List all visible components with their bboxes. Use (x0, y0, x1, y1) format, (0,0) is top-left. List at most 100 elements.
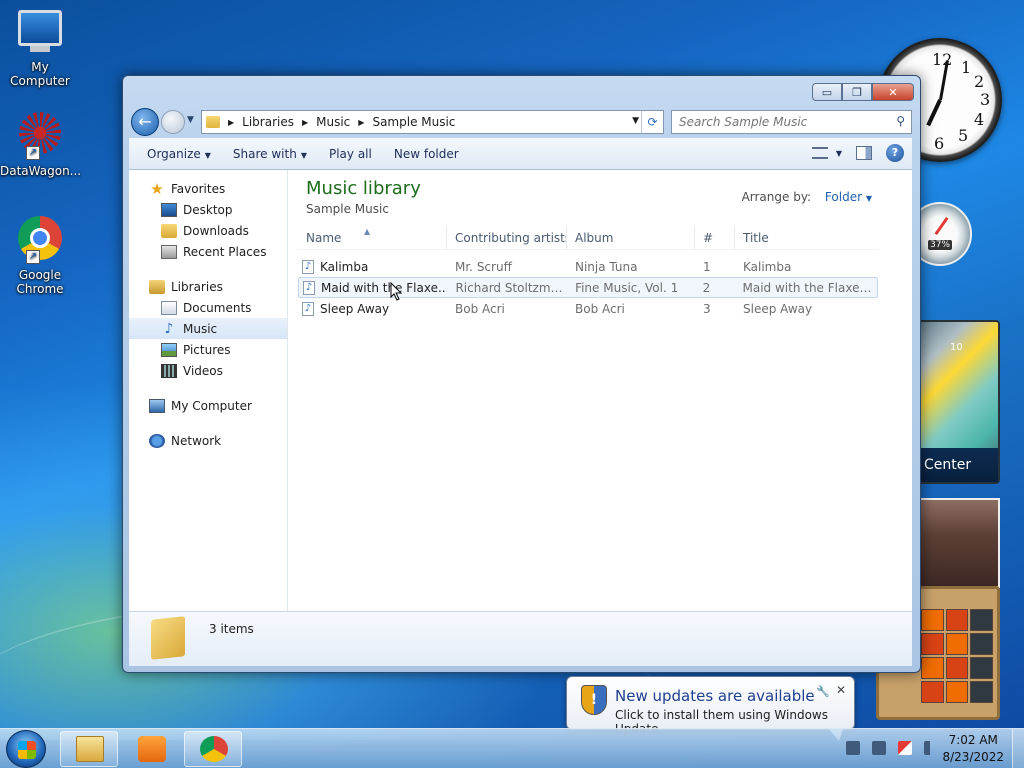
help-icon[interactable]: ? (886, 144, 904, 162)
folder-icon (206, 116, 220, 128)
recent-places-icon (161, 244, 177, 259)
play-all-button[interactable]: Play all (329, 147, 372, 161)
breadcrumb-sample-music[interactable]: Sample Music (372, 115, 455, 129)
photo-gadget[interactable] (918, 498, 1000, 588)
start-button[interactable] (6, 730, 46, 768)
music-file-icon: ♪ (302, 301, 314, 316)
file-track-number: 2 (702, 280, 711, 295)
address-bar[interactable]: ▶ Libraries ▶ Music ▶ Sample Music ▼ ⟳ (201, 110, 664, 134)
file-name-cell: ♪ Sleep Away (298, 301, 447, 316)
nav-music[interactable]: ♪ Music (129, 318, 287, 339)
organize-button[interactable]: Organize ▼ (147, 147, 211, 161)
column-header-album[interactable]: Album (567, 226, 695, 249)
nav-favorites[interactable]: ★ Favorites (129, 178, 287, 199)
back-button[interactable]: ← (131, 108, 159, 136)
slideshow-number: 10 (950, 342, 963, 353)
desktop-icon-label: Google Chrome (16, 268, 64, 296)
taskbar-chrome-button[interactable] (184, 731, 242, 767)
address-dropdown-icon[interactable]: ▼ (632, 116, 639, 126)
item-count: 3 items (209, 622, 254, 636)
wrench-icon[interactable]: 🔧 (816, 685, 830, 698)
favorites-group: ★ Favorites Desktop Downloads Recent Pla… (129, 178, 287, 262)
minimize-button[interactable]: ▭ (812, 83, 842, 101)
libraries-icon (149, 279, 165, 294)
documents-icon (161, 300, 177, 315)
shortcut-arrow-icon: ↗ (26, 146, 40, 160)
share-with-button[interactable]: Share with ▼ (233, 147, 307, 161)
new-folder-button[interactable]: New folder (394, 147, 459, 161)
chevron-down-icon: ▼ (204, 150, 211, 160)
search-box[interactable]: ⚲ (671, 110, 912, 134)
desktop-icon-my-computer[interactable]: My Computer (0, 8, 80, 88)
chevron-right-icon[interactable]: ▶ (302, 118, 308, 127)
refresh-icon[interactable]: ⟳ (641, 111, 663, 133)
breadcrumb-libraries[interactable]: Libraries (242, 115, 294, 129)
nav-label: Downloads (183, 223, 249, 238)
arrange-by: Arrange by: Folder ▼ (742, 190, 872, 204)
column-header-title[interactable]: Title (735, 226, 878, 249)
chevron-right-icon[interactable]: ▶ (358, 118, 364, 127)
update-notification[interactable]: ! New updates are available Click to ins… (566, 676, 855, 741)
nav-videos[interactable]: Videos (129, 360, 287, 381)
notification-close-button[interactable]: ✕ (836, 683, 846, 697)
window-controls: ▭ ❐ ✕ (812, 83, 914, 101)
chrome-icon (200, 736, 228, 762)
nav-recent-places[interactable]: Recent Places (129, 241, 287, 262)
nav-desktop[interactable]: Desktop (129, 199, 287, 220)
preview-pane-icon[interactable] (856, 146, 872, 160)
volume-icon[interactable] (924, 741, 938, 755)
search-input[interactable] (679, 115, 879, 129)
file-album: Fine Music, Vol. 1 (575, 280, 679, 295)
desktop-icon-label: DataWagon... (0, 164, 82, 178)
column-header-name[interactable]: ▲ Name (298, 226, 447, 249)
show-desktop-button[interactable] (1012, 729, 1024, 768)
content-pane: Music library Sample Music Arrange by: F… (288, 170, 912, 611)
file-track-number: 3 (703, 301, 711, 316)
nav-my-computer[interactable]: My Computer (129, 395, 287, 416)
file-row[interactable]: ♪ Sleep Away Bob Acri Bob Acri 3 Sleep Aw… (298, 298, 878, 319)
nav-network[interactable]: Network (129, 430, 287, 451)
action-center-flag-icon[interactable] (898, 741, 912, 755)
nav-label: Music (183, 321, 218, 336)
windows-logo-icon (18, 741, 36, 759)
desktop-icon-chrome[interactable]: ↗ Google Chrome (0, 216, 80, 296)
nav-documents[interactable]: Documents (129, 297, 287, 318)
title-bar[interactable]: ▭ ❐ ✕ (123, 76, 920, 106)
file-row[interactable]: ♪ Maid with the Flaxe... Richard Stoltzma… (298, 277, 878, 298)
file-row[interactable]: ♪ Kalimba Mr. Scruff Ninja Tuna 1 Kalimba (298, 256, 878, 277)
clock-numeral: 5 (958, 126, 969, 145)
arrange-by-dropdown[interactable]: Folder ▼ (825, 190, 872, 204)
slideshow-label: Center (920, 448, 998, 482)
desktop-icon-datawagon[interactable]: ↗ DataWagon... (0, 112, 82, 178)
column-header-artists[interactable]: Contributing artists (447, 226, 567, 249)
file-artist: Richard Stoltzman... (455, 280, 568, 295)
change-view-icon[interactable] (811, 147, 828, 159)
mouse-cursor-icon (390, 282, 403, 301)
nav-label: Recent Places (183, 244, 267, 259)
view-options-dropdown-icon[interactable]: ▼ (836, 149, 842, 158)
maximize-button[interactable]: ❐ (842, 83, 872, 101)
sort-ascending-icon: ▲ (364, 227, 371, 236)
taskbar-explorer-button[interactable] (60, 731, 118, 767)
chevron-right-icon[interactable]: ▶ (228, 118, 234, 127)
close-button[interactable]: ✕ (872, 83, 914, 101)
recent-pages-dropdown[interactable]: ▼ (187, 115, 194, 125)
desktop-icon (161, 202, 177, 217)
nav-pictures[interactable]: Pictures (129, 339, 287, 360)
nav-libraries[interactable]: Libraries (129, 276, 287, 297)
taskbar-media-player-button[interactable] (122, 731, 180, 767)
column-headers: ▲ Name Contributing artists Album # Titl… (298, 226, 878, 250)
network-tray-icon[interactable] (872, 741, 886, 755)
slideshow-gadget[interactable]: 10 Center (918, 320, 1000, 484)
forward-button[interactable] (161, 110, 185, 134)
puzzle-grid[interactable] (921, 609, 993, 703)
clock[interactable]: 7:02 AM 8/23/2022 (942, 732, 1004, 766)
arrange-by-value: Folder (824, 190, 863, 204)
breadcrumb-music[interactable]: Music (316, 115, 350, 129)
update-tray-icon[interactable] (846, 741, 860, 755)
pictures-icon (161, 342, 177, 357)
search-icon[interactable]: ⚲ (896, 114, 905, 128)
nav-downloads[interactable]: Downloads (129, 220, 287, 241)
column-header-number[interactable]: # (695, 226, 735, 249)
file-title: Maid with the Flaxen H... (742, 280, 878, 295)
